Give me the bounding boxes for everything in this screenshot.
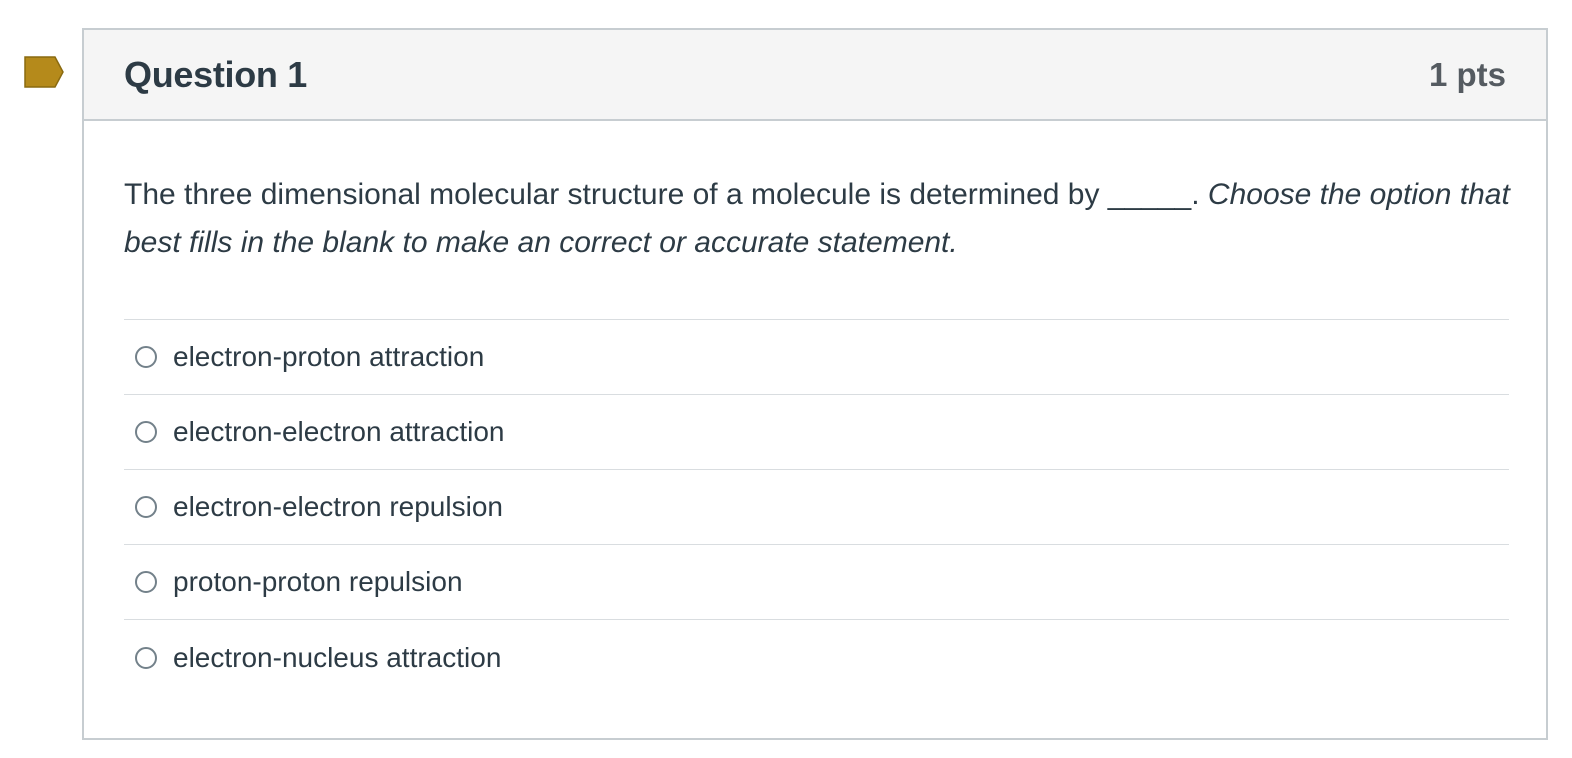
answer-list: electron-proton attraction electron-elec… (124, 319, 1509, 695)
answer-label: electron-electron repulsion (173, 491, 503, 522)
answer-label: electron-electron attraction (173, 416, 505, 447)
answer-option[interactable]: electron-electron attraction (124, 395, 1509, 470)
question-text: The three dimensional molecular structur… (124, 171, 1514, 267)
radio-button[interactable] (135, 571, 157, 593)
answer-option[interactable]: electron-proton attraction (124, 320, 1509, 395)
answer-option[interactable]: proton-proton repulsion (124, 545, 1509, 620)
flag-question-icon[interactable] (24, 56, 64, 88)
question-title: Question 1 (124, 53, 308, 95)
question-text-plain: The three dimensional molecular structur… (124, 178, 1208, 211)
answer-label: electron-proton attraction (173, 341, 485, 372)
answer-label: proton-proton repulsion (173, 566, 463, 597)
question-points: 1 pts (1428, 55, 1506, 93)
answer-label: electron-nucleus attraction (173, 641, 502, 673)
answer-option[interactable]: electron-electron repulsion (124, 470, 1509, 545)
radio-button[interactable] (135, 346, 157, 368)
question-card: Question 1 1 pts The three dimensional m… (82, 28, 1548, 740)
radio-button[interactable] (135, 496, 157, 518)
question-header: Question 1 1 pts (84, 30, 1546, 121)
radio-button[interactable] (135, 646, 157, 669)
answer-option[interactable]: electron-nucleus attraction (124, 620, 1509, 695)
question-body: The three dimensional molecular structur… (84, 121, 1546, 695)
radio-button[interactable] (135, 421, 157, 443)
